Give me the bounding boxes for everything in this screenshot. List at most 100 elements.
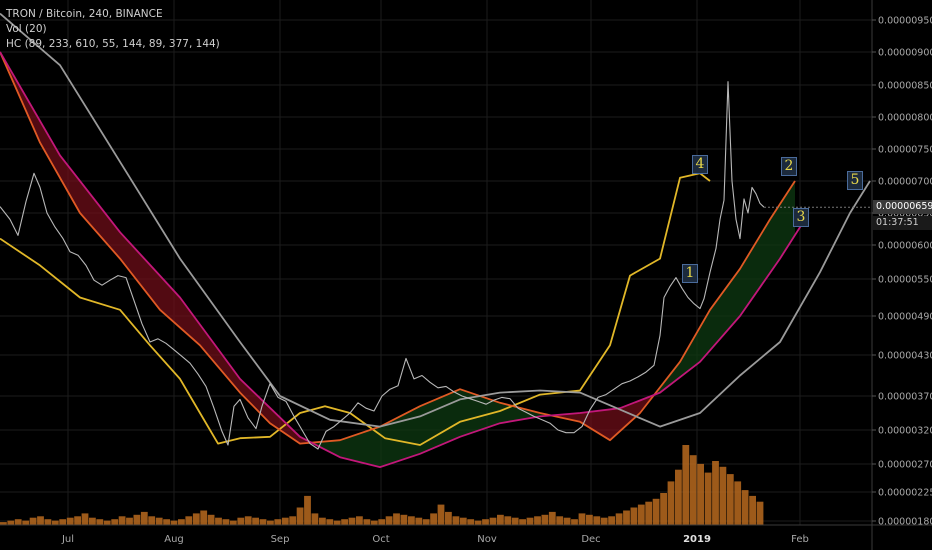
volume-bar-3 [22,520,30,525]
y-tick-label-7: 0.00000600 [878,241,932,252]
y-tick-label-13: 0.00000270 [878,460,932,471]
volume-bar-58 [430,513,437,525]
volume-bar-9 [66,517,74,525]
volume-bar-22 [163,519,170,525]
x-tick-label-3: Oct [372,534,389,545]
chart-root: 0.00000950 0.00000900 0.00000850 0.00000800… [0,0,932,550]
wave-label-1: 1 [682,264,698,283]
volume-bar-63 [467,519,475,525]
volume-bar-102 [756,501,764,525]
volume-bar-89 [660,493,667,525]
volume-bar-10 [74,516,81,525]
volume-bar-33 [244,516,252,525]
volume-bar-77 [571,519,578,525]
volume-bar-11 [81,513,89,525]
volume-bar-55 [408,516,415,525]
volume-bar-82 [608,516,615,525]
volume-bar-36 [267,520,274,525]
volume-bar-71 [526,517,534,525]
volume-bar-57 [422,519,430,525]
volume-bar-62 [459,517,467,525]
volume-bar-91 [675,469,682,525]
legend-symbol: TRON / Bitcoin, 240, BINANCE [6,8,163,20]
legend-hc: HC (89, 233, 610, 55, 144, 89, 377, 144) [6,38,220,50]
y-tick-label-2: 0.00000850 [878,81,932,92]
volume-bar-64 [474,520,482,525]
volume-bar-41 [304,495,311,525]
volume-bar-72 [534,516,541,525]
volume-bar-66 [489,517,497,525]
volume-bar-50 [370,520,378,525]
y-tick-label-3: 0.00000800 [878,113,932,124]
volume-bar-90 [667,481,675,525]
volume-bar-83 [615,513,623,525]
y-tick-label-11: 0.00000370 [878,392,932,403]
volume-bar-47 [348,517,356,525]
y-tick-label-1: 0.00000900 [878,48,932,59]
volume-bar-99 [734,481,742,525]
volume-bar-84 [623,510,630,525]
volume-bar-65 [482,519,489,525]
y-tick-label-4: 0.00000750 [878,145,932,156]
band-line-gray [0,12,871,428]
volume-bar-19 [140,511,148,525]
volume-bar-15 [111,519,119,525]
volume-bar-69 [511,517,519,525]
x-tick-label-7: Feb [791,534,809,545]
volume-bar-44 [326,519,334,525]
volume-bar-30 [222,519,230,525]
y-tick-label-8: 0.00000550 [878,275,932,286]
volume-bar-14 [103,520,111,525]
volume-bar-32 [237,517,245,525]
wave-label-5: 5 [847,171,863,190]
wave-label-2: 2 [781,157,797,176]
volume-bar-18 [133,514,141,525]
volume-bar-6 [44,519,52,525]
volume-bar-8 [59,519,67,525]
volume-bar-79 [586,514,593,525]
volume-bar-17 [126,517,133,525]
x-tick-label-6: 2019 [683,534,711,545]
volume-bar-45 [333,520,341,525]
price-chart[interactable]: 0.00000950 0.00000900 0.00000850 0.00000800… [0,0,932,550]
volume-bar-80 [593,516,601,525]
volume-bar-59 [437,504,445,525]
volume-bar-27 [200,510,208,525]
volume-bar-101 [749,495,756,525]
x-tick-label-0: Jul [61,534,74,545]
volume-bar-96 [712,461,719,525]
x-tick-label-5: Dec [581,534,600,545]
band-cloud-0 [3,57,309,444]
y-tick-label-15: 0.00000180 [878,517,932,528]
volume-bar-98 [726,474,734,525]
volume-bar-52 [385,516,393,525]
volume-bar-24 [178,519,185,525]
volume-bar-2 [14,519,22,525]
volume-bar-70 [519,519,526,525]
x-tick-label-1: Aug [164,534,184,545]
volume-bar-20 [148,516,156,525]
volume-bar-4 [29,517,37,525]
volume-bar-28 [207,514,215,525]
volume-bar-37 [274,519,282,525]
volume-bar-88 [652,498,660,525]
volume-bar-26 [192,513,200,525]
volume-bar-75 [556,516,564,525]
volume-bar-48 [356,516,363,525]
volume-bar-67 [497,514,504,525]
volume-bar-40 [296,507,304,525]
volume-bar-39 [289,516,297,525]
volume-bar-51 [378,519,386,525]
volume-bar-56 [415,517,423,525]
volume-bar-38 [281,517,289,525]
volume-bar-46 [341,519,348,525]
volume-bar-93 [689,455,697,525]
legend-volume: Vol (20) [6,23,47,35]
wave-label-4: 4 [692,155,708,174]
volume-bar-34 [252,517,259,525]
y-tick-label-10: 0.00000430 [878,351,932,362]
volume-bar-1 [7,520,15,525]
volume-bar-42 [311,513,319,525]
volume-bar-87 [645,501,653,525]
volume-bar-73 [541,514,549,525]
